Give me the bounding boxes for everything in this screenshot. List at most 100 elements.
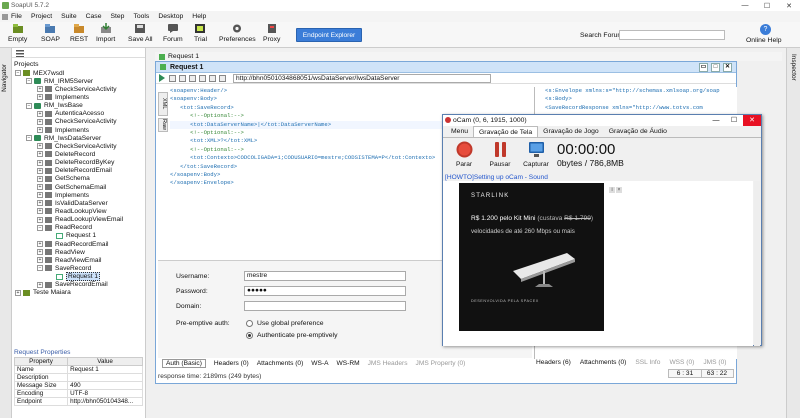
tree-item[interactable]: + Teste Maiara <box>12 289 146 297</box>
capture-button[interactable]: Capturar <box>523 141 549 168</box>
expand-icon[interactable]: + <box>37 110 43 117</box>
rest-project-button[interactable]: REST <box>70 23 88 43</box>
layout-icon[interactable]: ▭ <box>699 63 708 72</box>
expand-icon[interactable]: + <box>37 249 43 256</box>
tree-item[interactable]: − RM_IwsBase <box>12 102 146 110</box>
tab-jms[interactable]: JMS (0) <box>703 359 726 366</box>
tab-ssl-info[interactable]: SSL Info <box>635 359 660 366</box>
tab-audio-recording[interactable]: Gravação de Áudio <box>604 126 672 137</box>
preferences-button[interactable]: Preferences <box>219 23 256 43</box>
format-xml-icon[interactable] <box>179 74 186 82</box>
table-row[interactable]: Encoding UTF-8 <box>13 389 143 398</box>
create-test-icon[interactable] <box>189 74 196 82</box>
expand-icon[interactable]: + <box>37 216 43 223</box>
tree-item[interactable]: + CheckServiceActivity <box>12 118 146 126</box>
xml-view-tab[interactable]: XML <box>158 92 168 116</box>
password-field[interactable]: ●●●●● <box>244 286 406 296</box>
username-field[interactable]: mestre <box>244 271 406 281</box>
expand-icon[interactable]: + <box>37 257 43 264</box>
tree-item[interactable]: + SaveRecordEmail <box>12 281 146 289</box>
menu-step[interactable]: Step <box>110 13 124 20</box>
expand-icon[interactable]: + <box>37 94 43 101</box>
tree-item[interactable]: + GetSchemaEmail <box>12 183 146 191</box>
online-help-button[interactable]: Online Help <box>746 37 782 44</box>
expand-icon[interactable]: + <box>37 159 43 166</box>
tab-jms-property[interactable]: JMS Property (0) <box>416 360 466 367</box>
collapse-icon[interactable]: − <box>37 265 43 272</box>
collapse-icon[interactable]: − <box>15 70 21 77</box>
expand-icon[interactable]: + <box>37 241 43 248</box>
tree-item[interactable]: + ReadView <box>12 248 146 256</box>
tree-item[interactable]: + DeleteRecord <box>12 150 146 158</box>
column-header-value[interactable]: Value <box>67 357 143 366</box>
expand-icon[interactable]: + <box>37 175 43 182</box>
tab-game-recording[interactable]: Gravação de Jogo <box>538 126 604 137</box>
expand-icon[interactable]: + <box>37 208 43 215</box>
navigator-side-tab[interactable]: Navigator <box>0 48 12 418</box>
collapse-icon[interactable]: − <box>26 135 32 142</box>
tree-item[interactable]: + DeleteRecordByKey <box>12 159 146 167</box>
tree-item[interactable]: + ReadRecordEmail <box>12 240 146 248</box>
endpoint-url-input[interactable]: http://bhn0501034868051/wsDataServer/Iws… <box>233 73 491 83</box>
tree-item[interactable]: + Implements <box>12 191 146 199</box>
maximize-icon[interactable]: ☐ <box>725 115 743 126</box>
response-xml-editor[interactable]: <s:Envelope xmlns:s="http://schemas.xmls… <box>535 87 737 112</box>
tab-screen-recording[interactable]: Gravação de Tela <box>473 126 539 137</box>
expand-icon[interactable]: + <box>37 184 43 191</box>
menu-project[interactable]: Project <box>31 13 52 20</box>
stop-button[interactable]: Parar <box>451 141 477 168</box>
domain-field[interactable] <box>244 301 406 311</box>
tree-item[interactable]: + ReadLookupViewEmail <box>12 216 146 224</box>
tab-response-headers[interactable]: Headers (6) <box>536 359 571 366</box>
tab-attachments[interactable]: Attachments (0) <box>257 360 304 367</box>
pause-button[interactable]: Pausar <box>487 141 513 168</box>
expand-icon[interactable]: + <box>37 192 43 199</box>
trial-button[interactable]: Trial <box>194 23 207 43</box>
expand-icon[interactable]: + <box>37 167 43 174</box>
proxy-button[interactable]: Proxy <box>263 23 280 43</box>
minimize-icon[interactable]: — <box>734 0 756 11</box>
tree-item[interactable]: + CheckServiceActivity <box>12 142 146 150</box>
tree-item[interactable]: + DeleteRecordEmail <box>12 167 146 175</box>
expand-icon[interactable]: + <box>37 127 43 134</box>
table-row[interactable]: Description <box>13 373 143 382</box>
tab-menu[interactable]: Menu <box>446 126 473 137</box>
app-menu-icon[interactable] <box>2 13 8 20</box>
maximize-icon[interactable]: □ <box>711 63 720 72</box>
menu-desktop[interactable]: Desktop <box>158 13 183 20</box>
add-assertion-icon[interactable] <box>169 74 176 82</box>
expand-icon[interactable]: + <box>37 281 43 288</box>
use-global-preference-label[interactable]: Use global preference <box>257 320 324 327</box>
tree-item[interactable]: − RM_IwsDataServer <box>12 134 146 142</box>
menu-tools[interactable]: Tools <box>133 13 149 20</box>
menu-suite[interactable]: Suite <box>61 13 77 20</box>
tab-ws-a[interactable]: WS-A <box>311 360 328 367</box>
ocam-scrollbar[interactable] <box>754 181 760 346</box>
tree-item[interactable]: Request 1 <box>12 272 146 282</box>
expand-icon[interactable]: + <box>37 151 43 158</box>
starlink-ad[interactable]: STARLINK R$ 1.200 pelo Kit Mini (custava… <box>459 183 622 331</box>
endpoint-explorer-button[interactable]: Endpoint Explorer <box>296 28 362 42</box>
maximize-icon[interactable]: ☐ <box>756 0 778 11</box>
table-row[interactable]: Name Request 1 <box>13 365 143 374</box>
expand-icon[interactable]: + <box>37 200 43 207</box>
settings-icon[interactable] <box>219 74 226 82</box>
soap-project-button[interactable]: SOAP <box>41 23 60 43</box>
tree-item[interactable]: Request 1 <box>12 232 146 240</box>
save-all-button[interactable]: Save All <box>128 23 153 43</box>
tab-response-attachments[interactable]: Attachments (0) <box>580 359 627 366</box>
submit-request-icon[interactable] <box>159 74 165 82</box>
howto-link[interactable]: [HOWTO]Setting up oCam - Sound <box>445 174 548 181</box>
desktop-tab[interactable]: Request 1 <box>155 52 782 61</box>
tab-headers[interactable]: Headers (0) <box>214 360 249 367</box>
collapse-icon[interactable]: − <box>26 102 32 109</box>
help-icon[interactable]: ? <box>760 24 771 35</box>
collapse-icon[interactable]: − <box>37 224 43 231</box>
tab-jms-headers[interactable]: JMS Headers <box>368 360 408 367</box>
ad-info-icon[interactable]: i <box>609 187 615 193</box>
tree-item[interactable]: + IsValidDataServer <box>12 199 146 207</box>
close-icon[interactable]: ✕ <box>723 63 732 72</box>
tab-wss[interactable]: WSS (0) <box>669 359 694 366</box>
menu-file[interactable]: File <box>11 13 22 20</box>
tree-item[interactable]: − RM_IRM5Server <box>12 77 146 85</box>
